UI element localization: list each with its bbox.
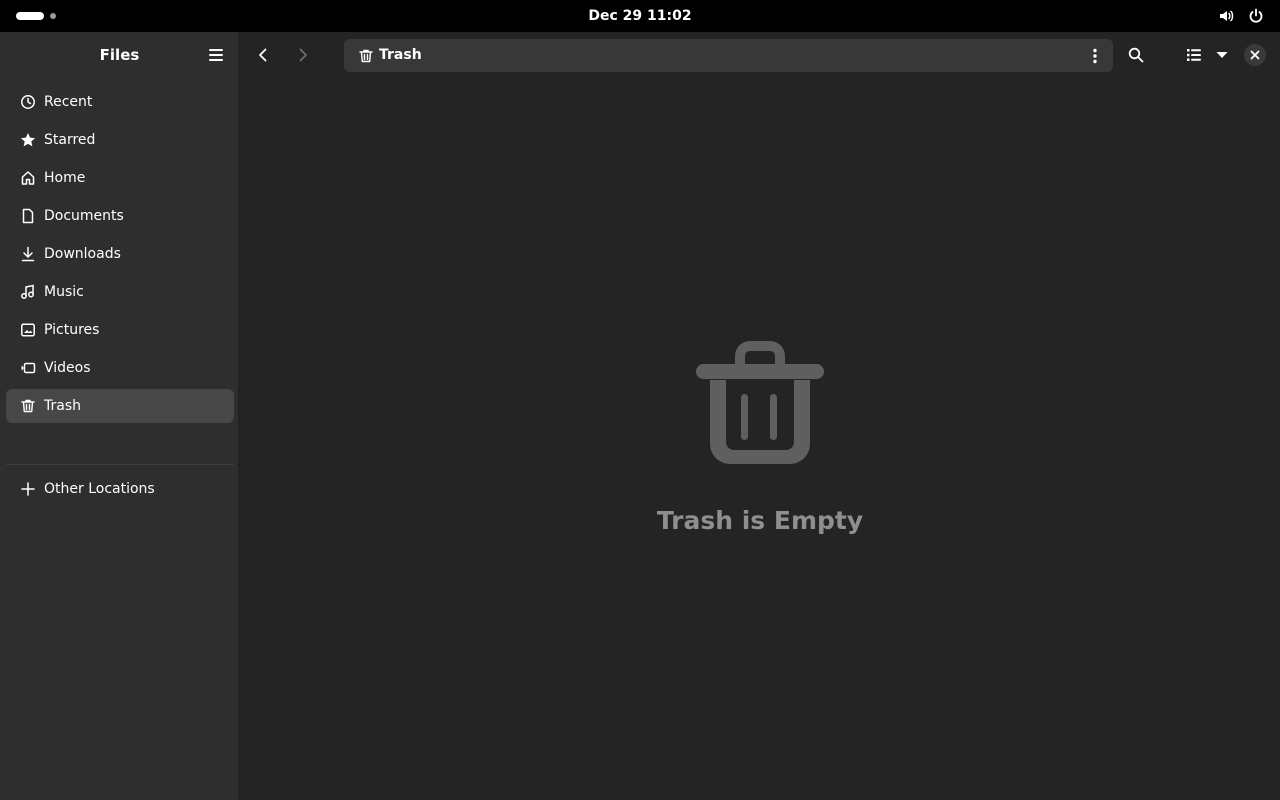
- sidebar-item-trash[interactable]: Trash: [6, 389, 234, 423]
- workspace-active-indicator: [16, 12, 44, 20]
- sidebar-separator: [6, 464, 234, 465]
- view-list-button[interactable]: [1182, 43, 1206, 67]
- dropdown-arrow-icon: [1216, 52, 1228, 58]
- sidebar-item-pictures[interactable]: Pictures: [6, 313, 234, 347]
- home-icon: [20, 170, 36, 186]
- sidebar-item-starred[interactable]: Starred: [6, 123, 234, 157]
- close-icon: [1250, 50, 1260, 60]
- download-icon: [20, 246, 36, 262]
- vertical-dots-icon: [1093, 48, 1097, 63]
- main-menu-button[interactable]: [204, 44, 228, 66]
- top-bar: Dec 29 11:02: [0, 0, 1280, 32]
- sidebar-item-label: Pictures: [44, 322, 100, 338]
- music-icon: [20, 284, 36, 300]
- hamburger-icon: [209, 49, 223, 61]
- sidebar-item-other-locations[interactable]: Other Locations: [6, 472, 234, 506]
- back-button[interactable]: [251, 43, 275, 67]
- sidebar-item-label: Documents: [44, 208, 124, 224]
- star-icon: [20, 132, 36, 148]
- trash-icon: [694, 338, 826, 470]
- document-icon: [20, 208, 36, 224]
- clock-icon: [20, 94, 36, 110]
- picture-icon: [20, 322, 36, 338]
- sidebar-item-home[interactable]: Home: [6, 161, 234, 195]
- sidebar-item-label: Starred: [44, 132, 96, 148]
- location-menu-button[interactable]: [1087, 45, 1103, 66]
- chevron-left-icon: [259, 48, 267, 62]
- places-list: Recent Starred Home Documents Downloads …: [6, 85, 234, 427]
- location-label: Trash: [379, 47, 422, 63]
- sidebar-item-downloads[interactable]: Downloads: [6, 237, 234, 271]
- sidebar-item-label: Recent: [44, 94, 93, 110]
- plus-icon: [20, 481, 36, 497]
- activities-indicator[interactable]: [16, 11, 56, 21]
- sidebar-item-label: Downloads: [44, 246, 121, 262]
- chevron-right-icon: [299, 48, 307, 62]
- other-locations-list: Other Locations: [6, 472, 234, 510]
- search-icon: [1128, 47, 1144, 63]
- empty-state: Trash is Empty: [240, 78, 1280, 800]
- trash-icon: [20, 398, 36, 414]
- close-window-button[interactable]: [1244, 44, 1266, 66]
- clock[interactable]: Dec 29 11:02: [560, 0, 720, 32]
- system-tray[interactable]: [1216, 6, 1266, 26]
- list-view-icon: [1187, 49, 1201, 61]
- view-options-button[interactable]: [1210, 43, 1234, 67]
- sidebar-item-label: Other Locations: [44, 481, 155, 497]
- forward-button[interactable]: [291, 43, 315, 67]
- sidebar-item-documents[interactable]: Documents: [6, 199, 234, 233]
- sidebar-item-label: Music: [44, 284, 84, 300]
- sidebar-item-label: Trash: [44, 398, 81, 414]
- sidebar-item-music[interactable]: Music: [6, 275, 234, 309]
- volume-icon[interactable]: [1216, 6, 1236, 26]
- workspace-indicator: [50, 13, 56, 19]
- sidebar-item-recent[interactable]: Recent: [6, 85, 234, 119]
- files-window: Files Recent Starred Home Documents Down…: [0, 32, 1280, 800]
- sidebar-item-label: Videos: [44, 360, 91, 376]
- sidebar-item-videos[interactable]: Videos: [6, 351, 234, 385]
- empty-state-title: Trash is Empty: [656, 506, 864, 535]
- power-icon[interactable]: [1246, 6, 1266, 26]
- sidebar-header: Files: [0, 32, 238, 78]
- trash-icon: [358, 48, 374, 64]
- location-pathbar[interactable]: Trash: [344, 39, 1113, 72]
- header-bar: Trash: [240, 32, 1280, 78]
- sidebar: Files Recent Starred Home Documents Down…: [0, 32, 239, 800]
- search-button[interactable]: [1124, 43, 1148, 67]
- video-icon: [20, 360, 36, 376]
- sidebar-item-label: Home: [44, 170, 86, 186]
